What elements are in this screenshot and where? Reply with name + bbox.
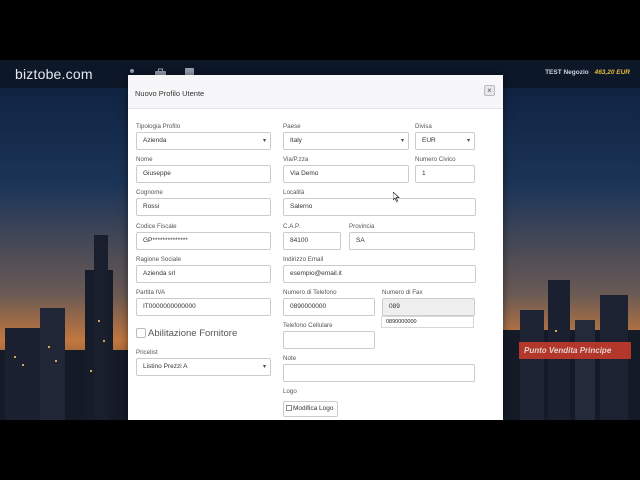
- localita-label: Località: [283, 189, 305, 196]
- codice-fiscale-input[interactable]: GP**************: [136, 232, 271, 250]
- logo-label: Logo: [283, 388, 297, 395]
- modifica-logo-button[interactable]: Modifica Logo: [283, 401, 338, 417]
- cognome-label: Cognome: [136, 189, 163, 196]
- provincia-label: Provincia: [349, 223, 375, 230]
- telefono-input[interactable]: 0890000000: [283, 298, 375, 316]
- cap-label: C.A.P.: [283, 223, 301, 230]
- civico-input[interactable]: 1: [415, 165, 475, 183]
- modal-header: Nuovo Profilo Utente ×: [128, 75, 503, 109]
- store-name: TEST Negozio: [545, 69, 589, 76]
- civico-label: Numero Civico: [415, 156, 456, 163]
- store-badge[interactable]: Punto Vendita Principe: [519, 342, 631, 359]
- brand-logo[interactable]: biztobe.com: [15, 66, 93, 82]
- via-input[interactable]: Via Demo: [283, 165, 409, 183]
- fax-input[interactable]: 089: [382, 298, 475, 316]
- email-label: Indirizzo Email: [283, 256, 324, 263]
- fax-label: Numero di Fax: [382, 289, 423, 296]
- close-button[interactable]: ×: [484, 85, 495, 96]
- new-profile-modal: Nuovo Profilo Utente × Tipologia Profilo…: [128, 75, 503, 420]
- divisa-label: Divisa: [415, 123, 432, 130]
- email-input[interactable]: esempio@email.it: [283, 265, 476, 283]
- tipologia-label: Tipologia Profilo: [136, 123, 181, 130]
- broken-image-icon: [286, 405, 292, 412]
- provincia-input[interactable]: SA: [349, 232, 475, 250]
- nome-label: Nome: [136, 156, 153, 163]
- fornitore-checkbox[interactable]: [136, 328, 146, 338]
- paese-label: Paese: [283, 123, 301, 130]
- modal-title: Nuovo Profilo Utente: [135, 89, 205, 98]
- nome-input[interactable]: Giuseppe: [136, 165, 271, 183]
- cap-input[interactable]: 84100: [283, 232, 341, 250]
- store-credit-info[interactable]: TEST Negozio 463,20 EUR: [545, 69, 630, 76]
- via-label: Via/P.zza: [283, 156, 309, 163]
- note-input[interactable]: [283, 364, 475, 382]
- partita-iva-label: Partita IVA: [136, 289, 166, 296]
- partita-iva-input[interactable]: IT0000000000000: [136, 298, 271, 316]
- cellulare-input[interactable]: [283, 331, 375, 349]
- fax-autocomplete-suggestion[interactable]: 0890000000: [381, 316, 474, 328]
- codice-fiscale-label: Codice Fiscale: [136, 223, 177, 230]
- ragione-sociale-input[interactable]: Azienda srl: [136, 265, 271, 283]
- modifica-logo-text: Modifica Logo: [293, 405, 334, 412]
- mouse-cursor-icon: [393, 192, 400, 202]
- paese-select[interactable]: Italy: [283, 132, 409, 150]
- credit-amount: 463,20 EUR: [594, 69, 630, 76]
- note-label: Note: [283, 355, 297, 362]
- fornitore-label[interactable]: Abilitazione Fornitore: [148, 328, 237, 339]
- divisa-select[interactable]: EUR: [415, 132, 475, 150]
- localita-input[interactable]: Salerno: [283, 198, 476, 216]
- cognome-input[interactable]: Rossi: [136, 198, 271, 216]
- pricelist-select[interactable]: Listino Prezzi A: [136, 358, 271, 376]
- ragione-sociale-label: Ragione Sociale: [136, 256, 182, 263]
- pricelist-label: Pricelist: [136, 349, 158, 356]
- telefono-label: Numero di Telefono: [283, 289, 337, 296]
- cellulare-label: Telefono Cellulare: [283, 322, 333, 329]
- tipologia-select[interactable]: Azienda: [136, 132, 271, 150]
